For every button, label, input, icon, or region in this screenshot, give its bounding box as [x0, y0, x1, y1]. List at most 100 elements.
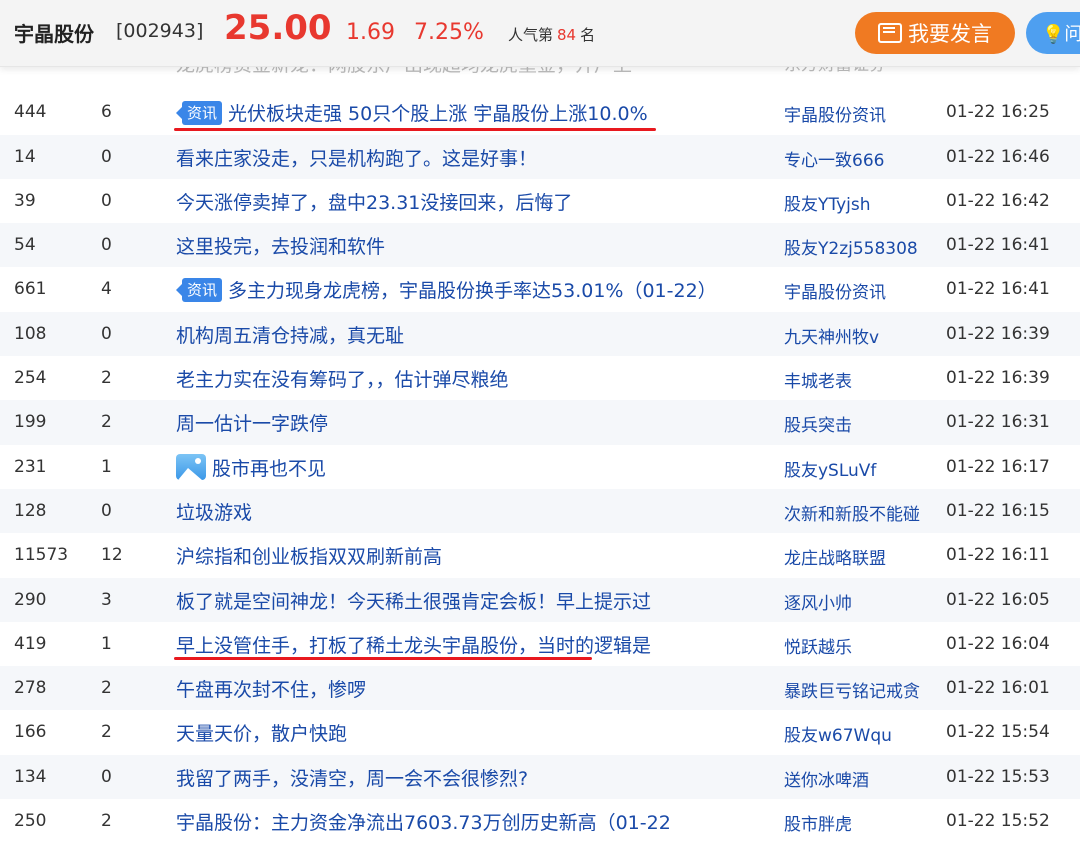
table-row[interactable]: 54 0 这里投完，去投润和软件 股友Y2zj558308 01-22 16:41 [0, 223, 1080, 268]
reply-count: 2 [101, 368, 112, 389]
post-time: 01-22 16:42 [946, 190, 1050, 211]
author-link[interactable]: 丰城老表 [784, 367, 852, 392]
author-link[interactable]: 股市胖虎 [784, 810, 852, 835]
author-link[interactable]: 送你冰啤酒 [784, 766, 869, 791]
reply-count: 12 [101, 545, 123, 566]
post-title-text: 我留了两手，没清空，周一会不会很惨烈? [176, 767, 529, 790]
author-link[interactable]: 股兵突击 [784, 411, 852, 436]
popularity-prefix: 人气第 [508, 26, 554, 44]
author-link[interactable]: 次新和新股不能碰 [784, 500, 920, 525]
author-link[interactable]: 暴跌巨亏铭记戒贪 [784, 677, 920, 702]
image-icon [176, 454, 206, 481]
author-link[interactable]: 逐风小帅 [784, 589, 852, 614]
post-title-text: 周一估计一字跌停 [176, 413, 329, 436]
author-link[interactable]: 九天神州牧v [784, 323, 879, 348]
post-title-link[interactable]: 宇晶股份：主力资金净流出7603.73万创历史新高（01-22 [176, 808, 671, 835]
reply-count: 4 [101, 279, 112, 300]
post-title-link[interactable]: 看来庄家没走，只是机构跑了。这是好事！ [176, 144, 537, 171]
post-title-link[interactable]: 天量天价，散户快跑 [176, 719, 347, 746]
post-title-link[interactable]: 板了就是空间神龙！今天稀土很强肯定会板！早上提示过 [176, 587, 651, 614]
author-link[interactable]: 龙庄战略联盟 [784, 544, 886, 569]
author-link[interactable]: 股友Y2zj558308 [784, 234, 918, 259]
author-link[interactable]: 股友w67Wqu [784, 721, 892, 746]
table-row[interactable]: 290 3 板了就是空间神龙！今天稀土很强肯定会板！早上提示过 逐风小帅 01-22 1… [0, 577, 1080, 622]
ask-button[interactable]: 💡问 [1026, 12, 1080, 54]
author-link[interactable]: 专心一致666 [784, 146, 884, 171]
reply-count: 0 [101, 500, 112, 521]
read-count: 231 [14, 456, 47, 477]
popularity-rank-number: 84 [557, 26, 577, 44]
red-underline-annotation [174, 128, 656, 131]
read-count: 444 [14, 102, 47, 123]
author-link[interactable]: 宇晶股份资讯 [784, 101, 886, 126]
read-count: 199 [14, 412, 47, 433]
reply-count: 0 [101, 235, 112, 256]
post-title-text: 多主力现身龙虎榜，宇晶股份换手率达53.01%（01-22） [228, 280, 717, 303]
table-row[interactable]: 661 4 资讯 多主力现身龙虎榜，宇晶股份换手率达53.01%（01-22） 宇晶股份… [0, 267, 1080, 311]
post-title-link[interactable]: 资讯 多主力现身龙虎榜，宇晶股份换手率达53.01%（01-22） [175, 276, 717, 303]
post-title-text: 早上没管住手，打板了稀土龙头宇晶股份，当时的逻辑是 [176, 634, 652, 657]
stock-name: 宇晶股份 [14, 22, 94, 46]
post-title-link[interactable]: 今天涨停卖掉了，盘中23.31没接回来，后悔了 [176, 188, 572, 215]
table-row[interactable]: 14 0 看来庄家没走，只是机构跑了。这是好事！ 专心一致666 01-22 16:46 [0, 134, 1080, 179]
table-row[interactable]: 134 0 我留了两手，没清空，周一会不会很惨烈? 送你冰啤酒 01-22 15:53 [0, 754, 1080, 800]
post-title-link[interactable]: 垃圾游戏 [176, 498, 252, 525]
post-title-link[interactable]: 沪综指和创业板指双双刷新前高 [176, 542, 442, 569]
post-title-text: 机构周五清仓持减，真无耻 [176, 324, 405, 347]
read-count: 39 [14, 190, 36, 211]
read-count: 250 [14, 811, 47, 832]
post-title-link[interactable]: 我留了两手，没清空，周一会不会很惨烈? [176, 764, 528, 791]
table-row[interactable]: 254 2 老主力实在没有筹码了，，估计弹尽粮绝 丰城老表 01-22 16:39 [0, 356, 1080, 400]
table-row[interactable]: 108 0 机构周五清仓持减，真无耻 九天神州牧v 01-22 16:39 [0, 311, 1080, 357]
reply-count: 0 [101, 190, 112, 211]
post-title-text: 午盘再次封不住，惨啰 [176, 679, 367, 702]
post-title-link[interactable]: 周一估计一字跌停 [176, 409, 328, 436]
post-title-text: 天量天价，散户快跑 [176, 723, 348, 746]
post-list: 5032 0100 龙虎榜资金新宠：网股东户出现超均龙虎重金，开户上 东方财富证… [0, 46, 1080, 843]
post-time: 01-22 15:53 [946, 766, 1050, 787]
post-time: 01-22 16:39 [946, 368, 1050, 389]
read-count: 661 [14, 279, 47, 300]
post-title-link[interactable]: 这里投完，去投润和软件 [176, 232, 385, 259]
reply-count: 0 [101, 766, 112, 787]
table-row[interactable]: 166 2 天量天价，散户快跑 股友w67Wqu 01-22 15:54 [0, 710, 1080, 754]
post-title-link[interactable]: 早上没管住手，打板了稀土龙头宇晶股份，当时的逻辑是 [176, 631, 651, 658]
table-row[interactable]: 128 0 垃圾游戏 次新和新股不能碰 01-22 16:15 [0, 488, 1080, 534]
post-title-link[interactable]: 老主力实在没有筹码了，，估计弹尽粮绝 [176, 365, 509, 392]
lightbulb-icon: 💡 [1042, 24, 1065, 44]
post-button[interactable]: 我要发言 [855, 12, 1015, 54]
reply-count: 6 [101, 102, 112, 123]
post-button-label: 我要发言 [908, 22, 992, 46]
table-row[interactable]: 199 2 周一估计一字跌停 股兵突击 01-22 16:31 [0, 400, 1080, 445]
reply-count: 2 [101, 722, 112, 743]
author-link[interactable]: 悦跃越乐 [784, 633, 852, 658]
post-time: 01-22 16:04 [946, 633, 1050, 654]
reply-count: 1 [101, 633, 112, 654]
table-row[interactable]: 278 2 午盘再次封不住，惨啰 暴跌巨亏铭记戒贪 01-22 16:01 [0, 666, 1080, 711]
post-title-text: 光伏板块走强 50只个股上涨 宇晶股份上涨10.0% [228, 103, 648, 126]
table-row[interactable]: 250 2 宇晶股份：主力资金净流出7603.73万创历史新高（01-22 股市胖虎 0… [0, 799, 1080, 843]
post-title-link[interactable]: 股市再也不见 [176, 454, 326, 481]
post-time: 01-22 16:31 [946, 412, 1050, 433]
author-link[interactable]: 股友ySLuVf [784, 456, 876, 481]
reply-count: 0 [101, 146, 112, 167]
table-row[interactable]: 39 0 今天涨停卖掉了，盘中23.31没接回来，后悔了 股友YTyjsh 01-22 … [0, 179, 1080, 223]
author-link[interactable]: 股友YTyjsh [784, 190, 871, 215]
post-time: 01-22 16:15 [946, 500, 1050, 521]
news-tag-badge: 资讯 [175, 100, 223, 125]
author-link[interactable]: 宇晶股份资讯 [784, 278, 886, 303]
price-change-percent: 7.25% [414, 20, 484, 45]
post-title-link[interactable]: 机构周五清仓持减，真无耻 [176, 321, 404, 348]
post-time: 01-22 16:39 [946, 323, 1050, 344]
post-title-text: 看来庄家没走，只是机构跑了。这是好事！ [176, 147, 538, 170]
reply-count: 1 [101, 456, 112, 477]
post-title-link[interactable]: 午盘再次封不住，惨啰 [176, 675, 366, 702]
table-row[interactable]: 11573 12 沪综指和创业板指双双刷新前高 龙庄战略联盟 01-22 16:11 [0, 533, 1080, 577]
read-count: 108 [14, 323, 47, 344]
table-row[interactable]: 231 1 股市再也不见 股友ySLuVf 01-22 16:17 [0, 445, 1080, 489]
stock-code: [002943] [116, 20, 204, 42]
post-title-link[interactable]: 资讯 光伏板块走强 50只个股上涨 宇晶股份上涨10.0% [175, 99, 648, 126]
read-count: 278 [14, 678, 47, 699]
read-count: 11573 [14, 545, 69, 566]
reply-count: 3 [101, 589, 112, 610]
